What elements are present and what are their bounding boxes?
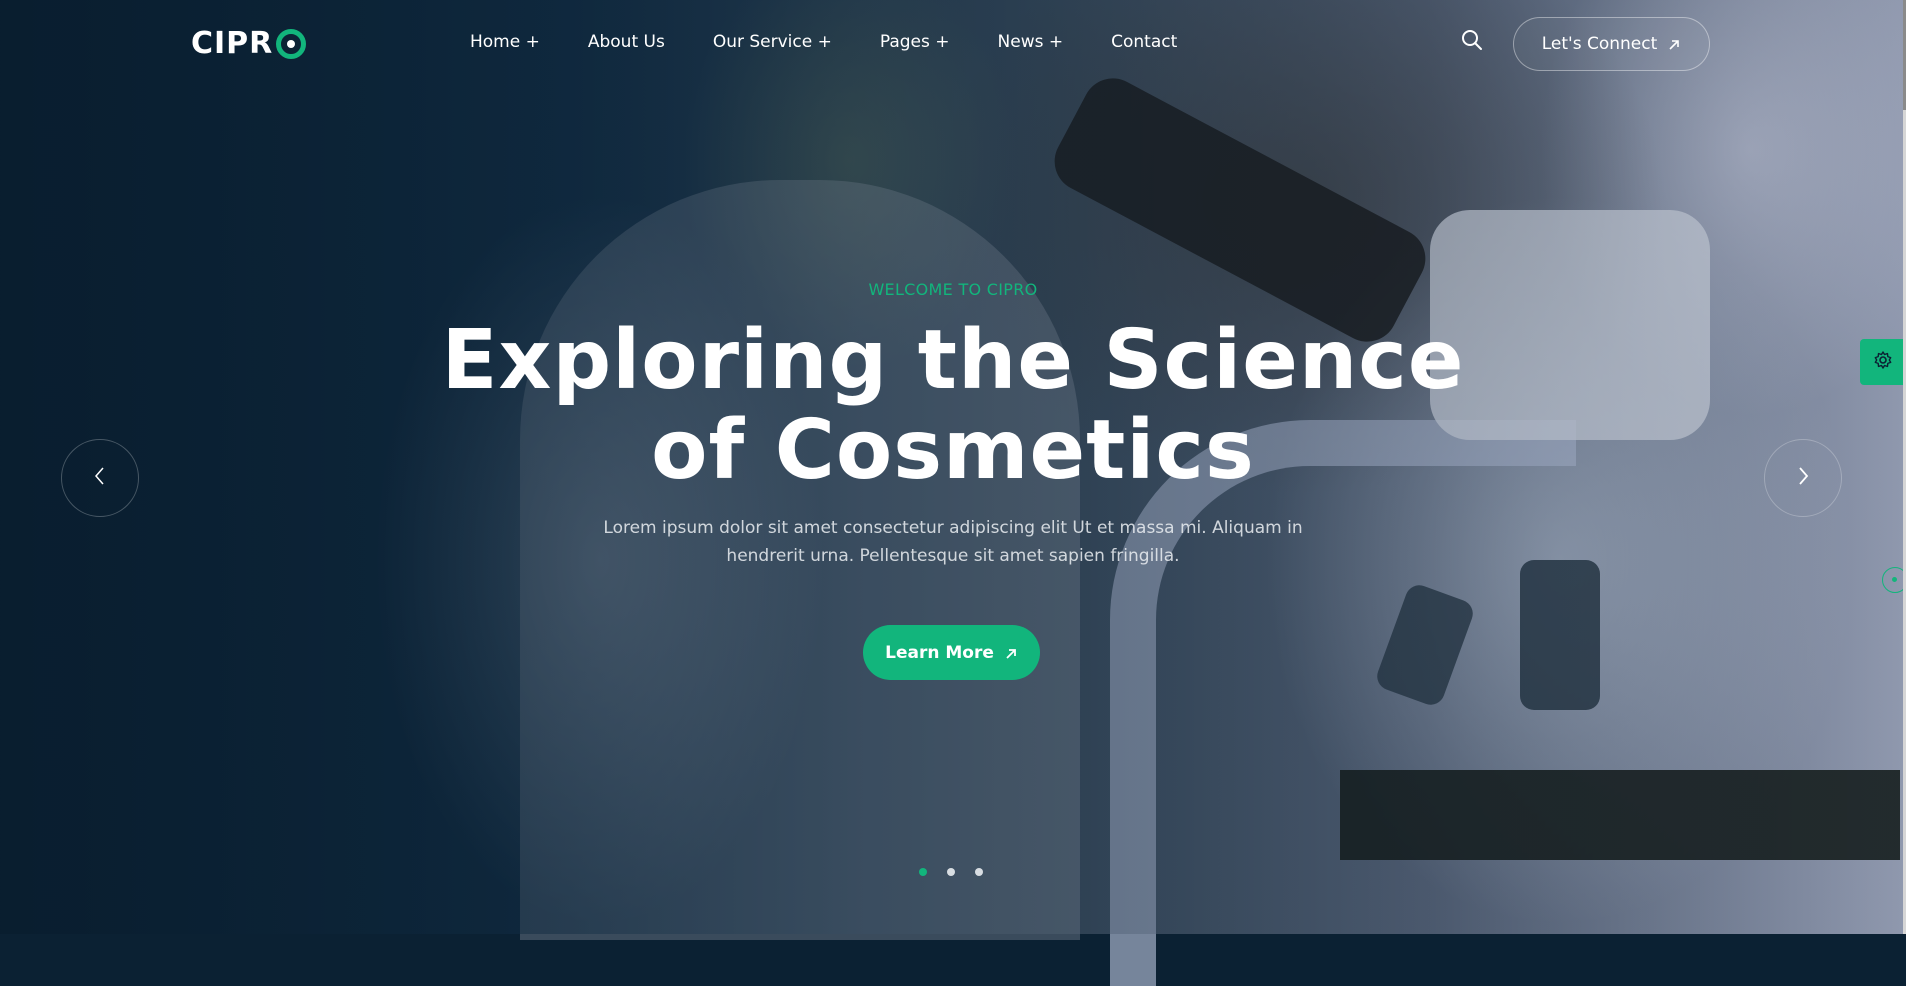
learn-more-label: Learn More [885, 642, 994, 663]
microscope-eyepiece [1044, 67, 1436, 353]
logo-text: CIPR [191, 26, 274, 61]
nav-home[interactable]: Home + [470, 32, 540, 52]
microscope-objective-2 [1373, 581, 1477, 709]
slider-dot-1[interactable] [919, 868, 927, 876]
hero-description-line-2: hendrerit urna. Pellentesque sit amet sa… [726, 546, 1180, 566]
arrow-up-right-icon [1667, 37, 1681, 51]
microscope-stage [1340, 770, 1900, 860]
nav-pages[interactable]: Pages + [880, 32, 950, 52]
learn-more-button[interactable]: Learn More [863, 625, 1040, 680]
search-icon[interactable] [1460, 28, 1484, 52]
hero-headline-line-2: of Cosmetics [651, 403, 1255, 498]
hero-eyebrow: WELCOME TO CIPRO [868, 280, 1038, 299]
microscope-objective [1520, 560, 1600, 710]
lets-connect-label: Let's Connect [1541, 34, 1658, 54]
site-logo[interactable]: CIPR [191, 26, 307, 61]
arrow-up-right-icon [1004, 646, 1018, 660]
chevron-right-icon [1797, 466, 1809, 490]
hero-description-line-1: Lorem ipsum dolor sit amet consectetur a… [603, 518, 1303, 538]
main-nav: Home + About Us Our Service + Pages + Ne… [470, 32, 1225, 52]
slider-dot-3[interactable] [975, 868, 983, 876]
microscope-stand [1110, 420, 1576, 986]
slider-pagination [919, 868, 983, 876]
nav-about-us[interactable]: About Us [588, 32, 665, 52]
logo-o-mark [276, 28, 307, 59]
nav-contact[interactable]: Contact [1111, 32, 1177, 52]
slider-prev-button[interactable] [61, 439, 139, 517]
nav-news[interactable]: News + [998, 32, 1064, 52]
chevron-left-icon [94, 466, 106, 490]
hero-headline-line-1: Exploring the Science [441, 313, 1465, 408]
site-header: CIPR Home + About Us Our Service + Pages… [0, 0, 1906, 88]
slider-dot-2[interactable] [947, 868, 955, 876]
slider-next-button[interactable] [1764, 439, 1842, 517]
hero-description: Lorem ipsum dolor sit amet consectetur a… [0, 514, 1906, 570]
lets-connect-button[interactable]: Let's Connect [1513, 17, 1710, 71]
gear-icon [1873, 350, 1893, 374]
hero-headline: Exploring the Science of Cosmetics [0, 316, 1906, 496]
settings-toggle[interactable] [1860, 339, 1906, 385]
nav-our-service[interactable]: Our Service + [713, 32, 832, 52]
